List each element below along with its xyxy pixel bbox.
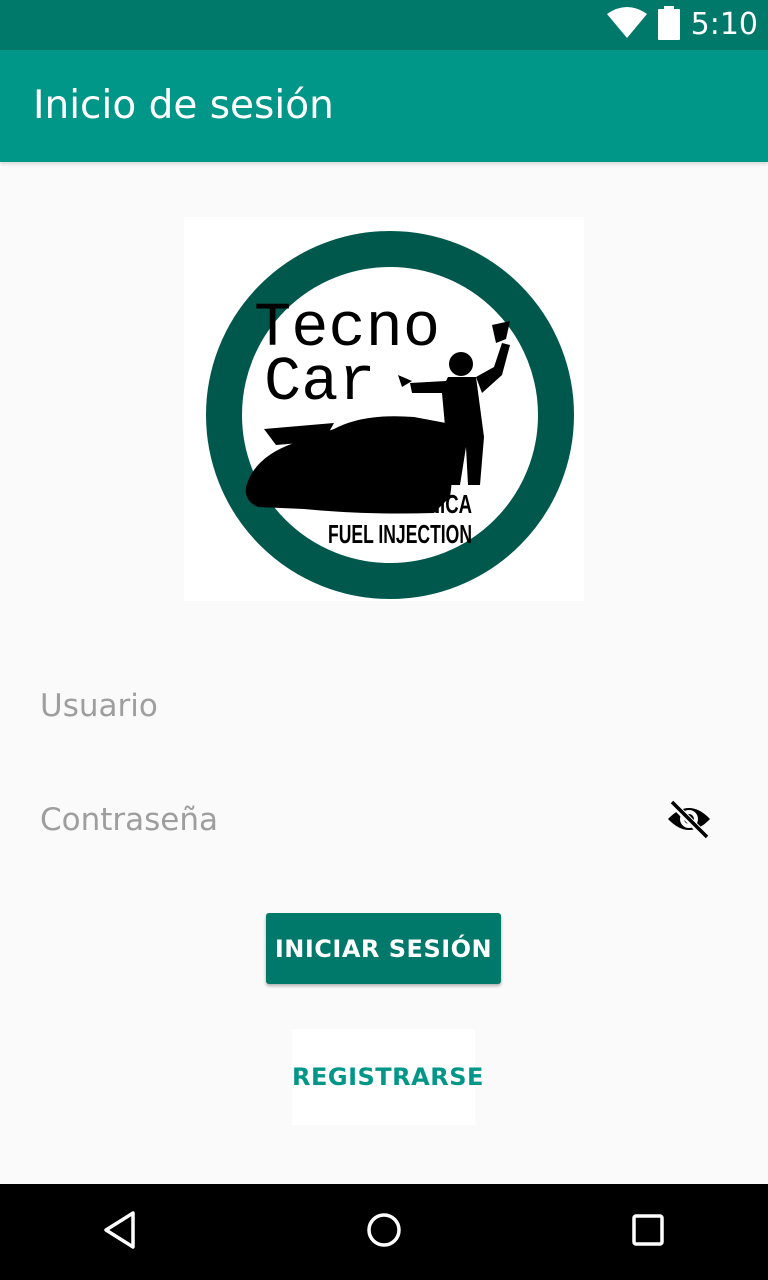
logo-text-car: Car xyxy=(264,347,376,418)
username-input[interactable] xyxy=(40,671,640,741)
battery-icon xyxy=(657,5,681,45)
system-nav-bar xyxy=(0,1184,768,1280)
nav-home-button[interactable] xyxy=(352,1200,416,1264)
logo-text-fuel-injection: FUEL INJECTION xyxy=(328,519,472,549)
status-time: 5:10 xyxy=(690,7,758,42)
app-bar: Inicio de sesión xyxy=(0,50,768,162)
home-icon xyxy=(364,1210,404,1255)
password-visibility-toggle[interactable] xyxy=(666,798,712,844)
back-icon xyxy=(100,1210,140,1255)
nav-back-button[interactable] xyxy=(88,1200,152,1264)
status-icons: 5:10 xyxy=(606,0,758,50)
login-button[interactable]: INICIAR SESIÓN xyxy=(266,913,501,984)
visibility-off-icon xyxy=(666,799,712,844)
status-bar: 5:10 xyxy=(0,0,768,50)
nav-recents-button[interactable] xyxy=(616,1200,680,1264)
recents-icon xyxy=(628,1210,668,1255)
page-title: Inicio de sesión xyxy=(33,83,334,128)
tecnocar-logo: Tecno Car MECÁNICA FUEL INJECTION xyxy=(184,217,584,601)
password-input[interactable] xyxy=(40,785,640,855)
password-field-container xyxy=(40,785,728,855)
register-button[interactable]: REGISTRARSE xyxy=(292,1029,483,1125)
wifi-icon xyxy=(606,6,647,44)
login-screen: 5:10 Inicio de sesión Tecno Car MECÁNICA… xyxy=(0,0,768,1280)
username-field-container xyxy=(40,671,728,741)
logo-text-mecanica: MECÁNICA xyxy=(372,489,472,519)
